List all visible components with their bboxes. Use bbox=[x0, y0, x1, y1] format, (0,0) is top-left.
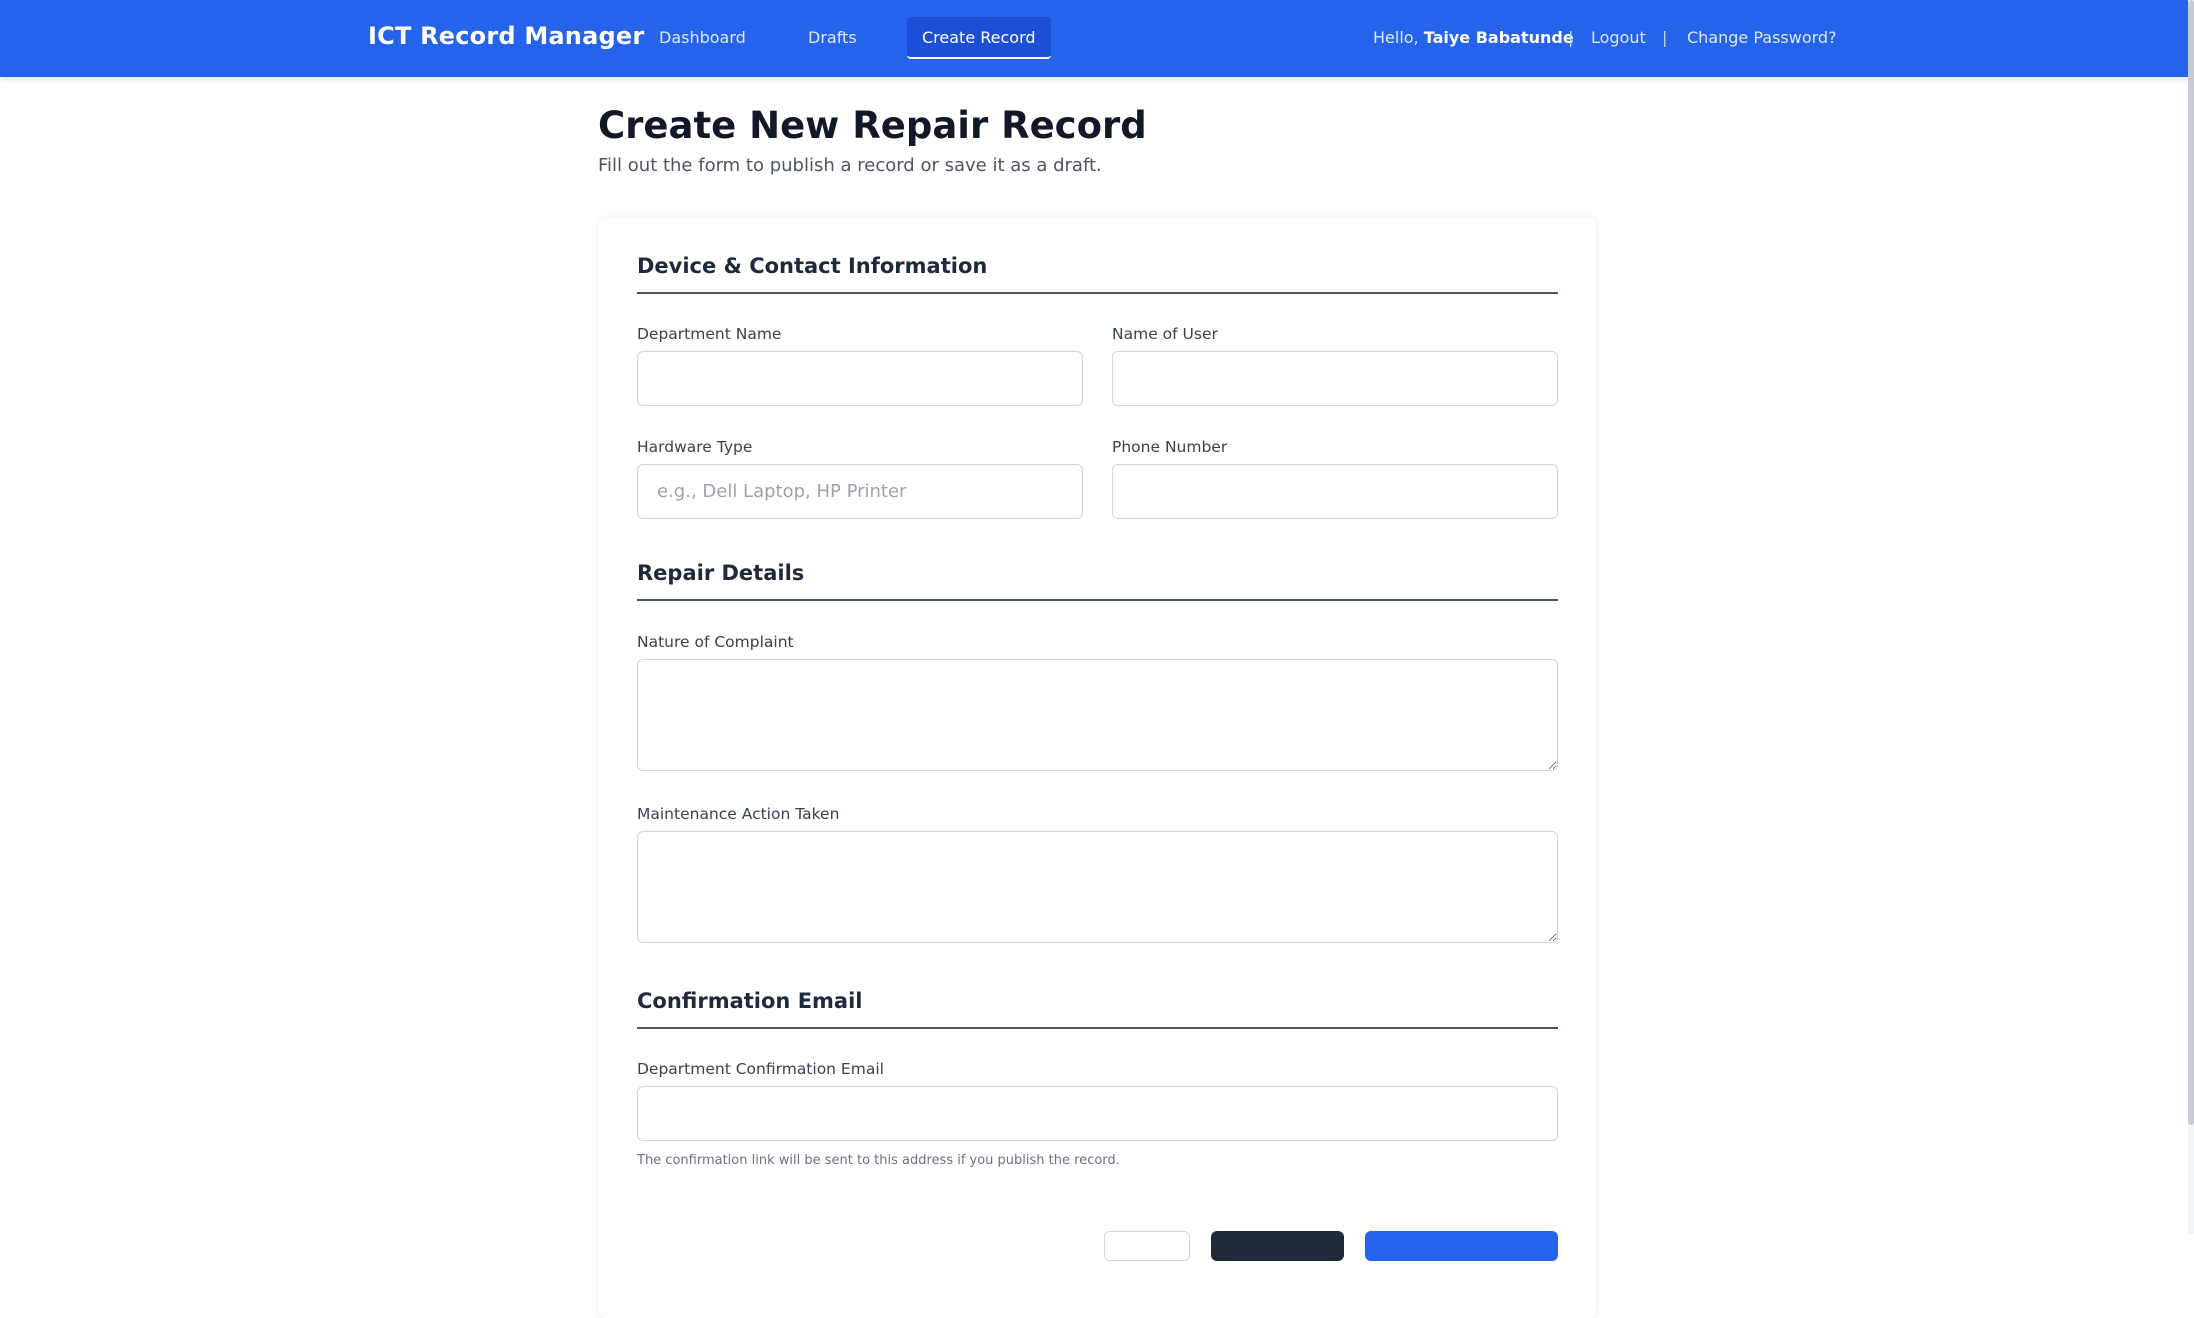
section-divider bbox=[637, 292, 1558, 294]
name-of-user-input[interactable] bbox=[1112, 351, 1558, 406]
nav-link-drafts[interactable]: Drafts bbox=[808, 28, 857, 47]
user-name: Taiye Babatunde bbox=[1423, 28, 1574, 47]
nav-separator: | bbox=[1662, 28, 1668, 47]
complaint-label: Nature of Complaint bbox=[637, 633, 794, 651]
nav-link-create-record[interactable]: Create Record bbox=[907, 17, 1051, 59]
cancel-button[interactable] bbox=[1104, 1231, 1190, 1261]
confirmation-email-label: Department Confirmation Email bbox=[637, 1060, 884, 1078]
greeting-text: Hello, bbox=[1373, 28, 1419, 47]
top-navbar: ICT Record Manager Dashboard Drafts Crea… bbox=[0, 0, 2194, 77]
confirmation-email-input[interactable] bbox=[637, 1086, 1558, 1141]
section-title-device-contact: Device & Contact Information bbox=[637, 254, 988, 278]
page-subtitle: Fill out the form to publish a record or… bbox=[598, 155, 1102, 176]
department-name-input[interactable] bbox=[637, 351, 1083, 406]
phone-number-label: Phone Number bbox=[1112, 438, 1228, 456]
user-greeting: Hello, Taiye Babatunde bbox=[1373, 28, 1574, 47]
hardware-type-label: Hardware Type bbox=[637, 438, 753, 456]
nav-separator: | bbox=[1568, 28, 1574, 47]
save-draft-button[interactable] bbox=[1211, 1231, 1344, 1261]
section-title-confirmation-email: Confirmation Email bbox=[637, 989, 863, 1013]
logout-link[interactable]: Logout bbox=[1591, 28, 1646, 47]
department-name-label: Department Name bbox=[637, 325, 782, 343]
confirmation-email-hint: The confirmation link will be sent to th… bbox=[637, 1153, 1120, 1168]
complaint-textarea[interactable] bbox=[637, 659, 1558, 771]
section-divider bbox=[637, 599, 1558, 601]
publish-record-button[interactable] bbox=[1365, 1231, 1558, 1261]
page-scrollbar-thumb[interactable] bbox=[2188, 0, 2194, 1125]
page-title: Create New Repair Record bbox=[598, 104, 1147, 147]
section-title-repair-details: Repair Details bbox=[637, 561, 805, 585]
change-password-link[interactable]: Change Password? bbox=[1687, 28, 1837, 47]
phone-number-input[interactable] bbox=[1112, 464, 1558, 519]
section-divider bbox=[637, 1027, 1558, 1029]
hardware-type-input[interactable] bbox=[637, 464, 1083, 519]
maintenance-action-textarea[interactable] bbox=[637, 831, 1558, 943]
nav-link-dashboard[interactable]: Dashboard bbox=[659, 28, 746, 47]
name-of-user-label: Name of User bbox=[1112, 325, 1218, 343]
brand-logo[interactable]: ICT Record Manager bbox=[368, 22, 644, 50]
maintenance-action-label: Maintenance Action Taken bbox=[637, 805, 840, 823]
